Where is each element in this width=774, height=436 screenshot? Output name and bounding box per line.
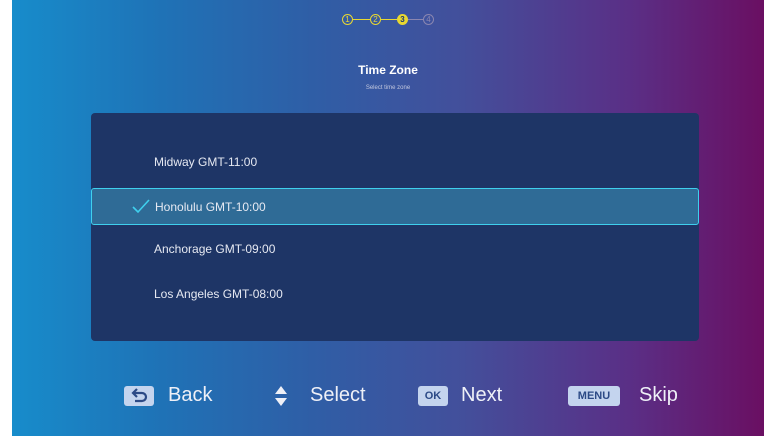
list-item[interactable]: Midway GMT-11:00 <box>91 144 699 180</box>
back-hint[interactable]: Back <box>124 378 234 412</box>
skip-hint[interactable]: MENU Skip <box>568 378 698 412</box>
back-arrow-icon <box>124 386 154 406</box>
timezone-label: Midway GMT-11:00 <box>154 155 258 169</box>
step-2: 2 <box>370 14 381 25</box>
step-3-current: 3 <box>397 14 408 25</box>
next-label: Next <box>461 384 503 406</box>
button-hints-bar: Back Select OK Next MENU Skip <box>12 378 764 412</box>
skip-label: Skip <box>639 384 678 406</box>
step-1: 1 <box>342 14 353 25</box>
timezone-list: Midway GMT-11:00 Honolulu GMT-10:00 Anch… <box>91 113 699 341</box>
menu-key: MENU <box>568 386 620 406</box>
step-connector <box>381 19 397 20</box>
step-connector <box>408 19 423 20</box>
timezone-label: Los Angeles GMT-08:00 <box>154 287 283 301</box>
list-item[interactable]: Los Angeles GMT-08:00 <box>91 276 699 312</box>
select-label: Select <box>310 384 366 406</box>
timezone-label: Honolulu GMT-10:00 <box>155 200 266 214</box>
next-hint[interactable]: OK Next <box>418 378 528 412</box>
ok-key: OK <box>418 386 448 406</box>
up-down-arrows-icon <box>275 386 287 406</box>
step-4: 4 <box>423 14 434 25</box>
setup-screen: 1 2 3 4 Time Zone Select time zone Midwa… <box>12 0 764 436</box>
back-label: Back <box>168 384 213 406</box>
page-title: Time Zone <box>358 63 418 77</box>
step-connector <box>353 19 370 20</box>
timezone-label: Anchorage GMT-09:00 <box>154 242 276 256</box>
checkmark-icon <box>132 199 150 214</box>
list-item[interactable]: Anchorage GMT-09:00 <box>91 231 699 267</box>
page-subtitle: Select time zone <box>365 85 411 91</box>
setup-stepper: 1 2 3 4 <box>12 10 764 30</box>
select-hint[interactable]: Select <box>274 378 384 412</box>
list-item-selected[interactable]: Honolulu GMT-10:00 <box>91 188 699 225</box>
